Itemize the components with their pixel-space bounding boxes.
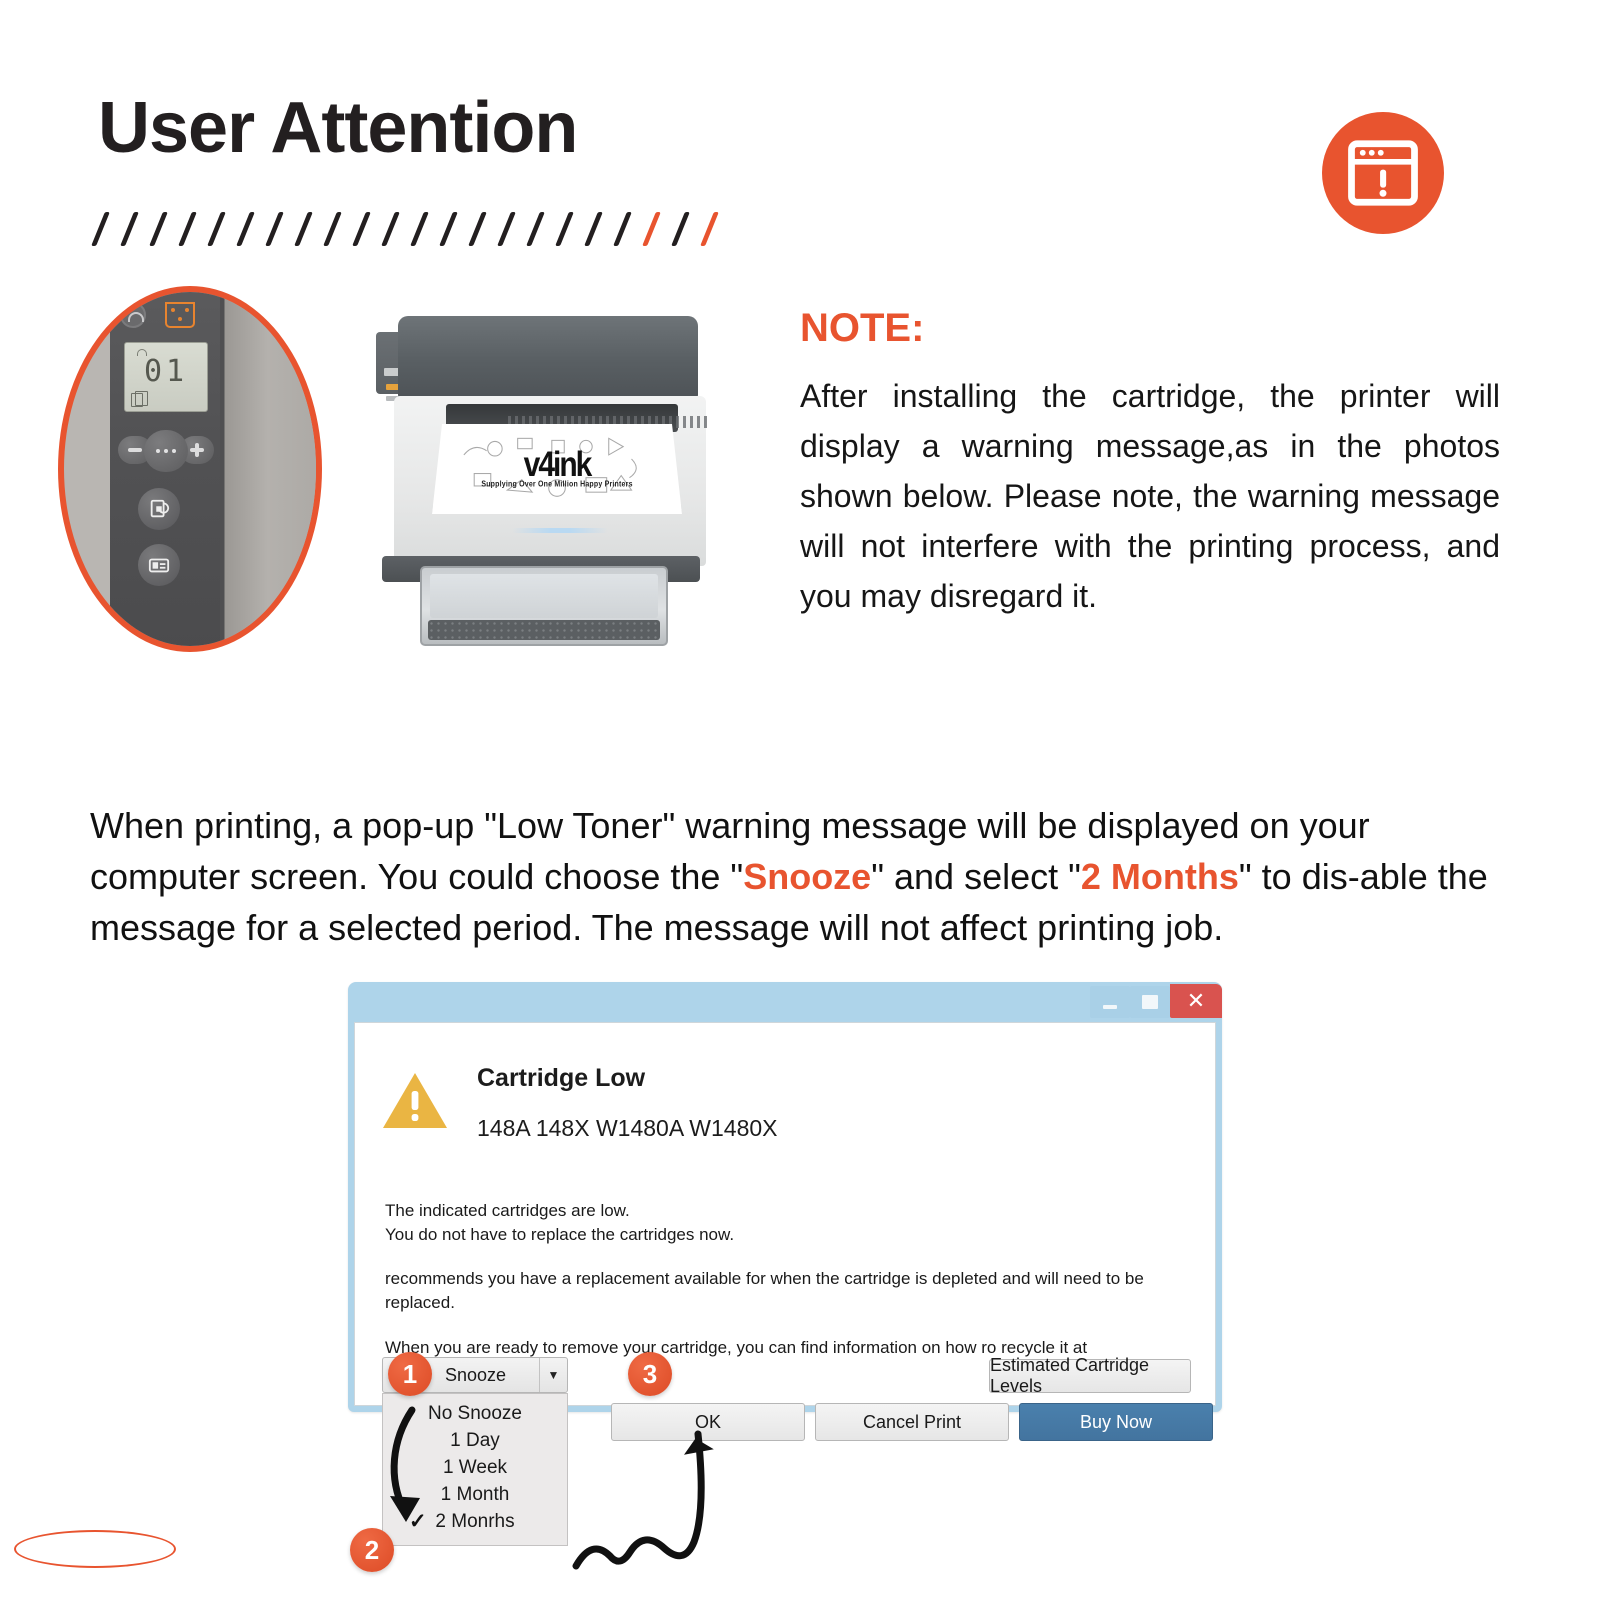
- document-icon: [131, 391, 148, 407]
- page-root: User Attention v4ink Supplying Over One …: [0, 0, 1600, 1600]
- cancel-print-button[interactable]: Cancel Print: [815, 1403, 1009, 1441]
- dialog-paragraph-1: The indicated cartridges are low. You do…: [385, 1199, 1189, 1247]
- note-body: After installing the cartridge, the prin…: [800, 378, 1500, 614]
- printer-scanner-lid: [398, 316, 698, 404]
- dropdown-option[interactable]: 1 Week: [383, 1454, 567, 1481]
- chevron-down-icon[interactable]: ▼: [539, 1358, 567, 1392]
- watermark-brand: v4ink: [523, 445, 593, 485]
- cartridge-low-dialog: ✕ Cartridge Low 148A 148X W1480A W1480X: [348, 982, 1222, 1441]
- id-copy-icon[interactable]: [138, 544, 180, 586]
- check-icon: ✓: [409, 1510, 427, 1533]
- hatch-mark: [236, 212, 255, 246]
- hatch-mark: [468, 212, 487, 246]
- dialog-line-2: You do not have to replace the cartridge…: [385, 1225, 735, 1245]
- dialog-client-area: Cartridge Low 148A 148X W1480A W1480X Th…: [354, 1022, 1216, 1441]
- watermark-tagline: Supplying Over One Million Happy Printer…: [481, 480, 633, 490]
- panel-button-row: [118, 430, 214, 472]
- printer-status-led: [512, 528, 608, 533]
- hatch-decoration: [91, 212, 748, 254]
- dialog-subtitle: 148A 148X W1480A W1480X: [477, 1114, 778, 1141]
- note-heading: NOTE:: [800, 306, 925, 350]
- hatch-mark: [642, 212, 661, 246]
- printer-paper-tray: [420, 566, 668, 646]
- toner-low-icon: [165, 302, 195, 328]
- dropdown-option-label: No Snooze: [427, 1402, 522, 1424]
- snooze-dropdown-list[interactable]: No Snooze 1 Day 1 Week 1 Month ✓ 2 Monrhs: [382, 1393, 568, 1546]
- printer-body: v4ink Supplying Over One Million Happy P…: [394, 396, 708, 566]
- hatch-mark: [671, 212, 690, 246]
- printer-control-panel: 01: [110, 292, 220, 646]
- dialog-paragraph-2: recommends you have a replacement availa…: [385, 1269, 1144, 1313]
- printer-side-shell: [220, 292, 316, 646]
- hatch-mark: [700, 212, 719, 246]
- printer-illustration: v4ink Supplying Over One Million Happy P…: [372, 304, 712, 656]
- mid-paragraph-highlight-two-months: 2 Months: [1080, 856, 1239, 898]
- page-title: User Attention: [98, 88, 578, 168]
- step-badge-3: 3: [628, 1352, 672, 1396]
- wifi-icon[interactable]: [120, 302, 146, 328]
- lcd-value: 01: [143, 354, 189, 389]
- hatch-mark: [439, 212, 458, 246]
- dropdown-option[interactable]: No Snooze: [383, 1400, 567, 1427]
- dropdown-option[interactable]: 1 Month: [383, 1481, 567, 1508]
- hatch-mark: [91, 212, 110, 246]
- dialog-titlebar: ✕: [348, 982, 1222, 1026]
- hatch-mark: [584, 212, 603, 246]
- buy-now-button[interactable]: Buy Now: [1019, 1403, 1213, 1441]
- hatch-mark: [265, 212, 284, 246]
- tray-inner: [430, 574, 658, 618]
- dropdown-option-label: 2 Monrhs: [435, 1510, 515, 1532]
- hatch-mark: [207, 212, 226, 246]
- resume-job-icon[interactable]: [138, 488, 180, 530]
- hatch-mark: [120, 212, 139, 246]
- dialog-line-4: When you are ready to remove your cartri…: [385, 1337, 1088, 1357]
- hatch-mark: [410, 212, 429, 246]
- mid-paragraph-highlight-snooze: Snooze: [743, 856, 872, 898]
- maximize-button[interactable]: [1130, 986, 1170, 1018]
- hatch-mark: [352, 212, 371, 246]
- dialog-header-text: Cartridge Low 148A 148X W1480A W1480X: [477, 1064, 778, 1142]
- dropdown-option-label: 1 Day: [450, 1429, 500, 1451]
- printed-page: v4ink Supplying Over One Million Happy P…: [432, 424, 682, 514]
- printer-lcd: 01: [124, 342, 208, 412]
- magnifier-ellipse: 01: [58, 286, 322, 652]
- dropdown-option[interactable]: 1 Day: [383, 1427, 567, 1454]
- page-watermark: v4ink Supplying Over One Million Happy P…: [481, 445, 633, 490]
- hatch-mark: [178, 212, 197, 246]
- step-badge-1: 1: [388, 1352, 432, 1396]
- window-alert-icon: [1322, 112, 1444, 234]
- hatch-mark: [323, 212, 342, 246]
- hatch-mark: [149, 212, 168, 246]
- dialog-warning-header: Cartridge Low 148A 148X W1480A W1480X: [381, 1064, 778, 1142]
- hatch-mark: [555, 212, 574, 246]
- hatch-mark: [381, 212, 400, 246]
- ok-button[interactable]: OK: [611, 1403, 805, 1441]
- ellipsis-icon[interactable]: [144, 430, 188, 472]
- hatch-mark: [613, 212, 632, 246]
- close-icon[interactable]: ✕: [1170, 984, 1222, 1018]
- hatch-mark: [294, 212, 313, 246]
- step-badge-2: 2: [350, 1528, 394, 1572]
- mid-paragraph: When printing, a pop-up "Low Toner" warn…: [90, 800, 1490, 953]
- minimize-button[interactable]: [1090, 986, 1130, 1018]
- mid-paragraph-part2: " and select ": [871, 856, 1081, 898]
- dropdown-option[interactable]: ✓ 2 Monrhs: [383, 1508, 567, 1535]
- dialog-line-1: The indicated cartridges are low.: [385, 1201, 630, 1220]
- dropdown-option-label: 1 Week: [442, 1456, 508, 1478]
- warning-triangle-icon: [381, 1071, 449, 1131]
- selected-option-highlight: [14, 1530, 176, 1568]
- estimated-cartridge-levels-button[interactable]: Estimated Cartridge Levels: [989, 1355, 1191, 1396]
- dialog-title: Cartridge Low: [477, 1064, 646, 1092]
- hatch-mark: [497, 212, 516, 246]
- tray-grill: [428, 620, 660, 640]
- printer-photo: v4ink Supplying Over One Million Happy P…: [52, 286, 772, 662]
- hatch-mark: [526, 212, 545, 246]
- dropdown-option-label: 1 Month: [440, 1483, 510, 1505]
